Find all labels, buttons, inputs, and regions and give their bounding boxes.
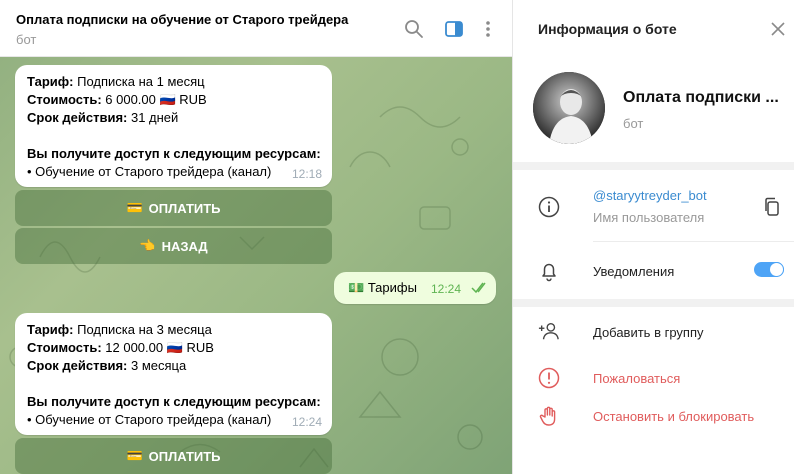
pay-button-label: ОПЛАТИТЬ bbox=[148, 448, 221, 464]
bot-name: Оплата подписки ... bbox=[623, 89, 779, 106]
chat-subtitle: бот bbox=[16, 32, 37, 47]
search-icon[interactable] bbox=[403, 18, 425, 40]
notifications-label: Уведомления bbox=[593, 264, 675, 279]
chat-messages[interactable]: Тариф: Подписка на 1 месяц Стоимость: 6 … bbox=[0, 57, 512, 474]
report-button[interactable]: Пожаловаться bbox=[593, 371, 680, 386]
avatar[interactable] bbox=[533, 72, 605, 144]
duration-line: Срок действия: 31 дней bbox=[27, 110, 179, 125]
outgoing-text: 💵 Тарифы bbox=[348, 280, 417, 295]
tariff-line: Тариф: Подписка на 1 месяц bbox=[27, 74, 205, 89]
block-button[interactable]: Остановить и блокировать bbox=[593, 409, 754, 424]
back-button[interactable]: 👈 НАЗАД bbox=[15, 228, 332, 264]
cost-line: Стоимость: 12 000.00 🇷🇺 RUB bbox=[27, 340, 214, 355]
message-bubble[interactable]: Тариф: Подписка на 3 месяца Стоимость: 1… bbox=[15, 313, 332, 435]
chat-title[interactable]: Оплата подписки на обучение от Старого т… bbox=[16, 12, 348, 27]
row-divider bbox=[593, 241, 794, 242]
more-vertical-icon[interactable] bbox=[477, 18, 499, 40]
notifications-toggle[interactable] bbox=[754, 262, 784, 277]
pay-button[interactable]: 💳 ОПЛАТИТЬ bbox=[15, 190, 332, 226]
duration-line: Срок действия: 3 месяца bbox=[27, 358, 187, 373]
credit-card-icon: 💳 bbox=[126, 448, 143, 463]
username-link[interactable]: @staryytreyder_bot bbox=[593, 188, 707, 203]
back-button-label: НАЗАД bbox=[161, 238, 208, 254]
double-check-icon bbox=[471, 282, 486, 294]
close-icon[interactable] bbox=[770, 21, 786, 37]
add-user-icon[interactable] bbox=[538, 320, 560, 342]
bell-icon bbox=[538, 260, 560, 282]
outgoing-message[interactable]: 💵 Тарифы 12:24 bbox=[334, 272, 496, 304]
info-circle-icon bbox=[538, 196, 560, 218]
credit-card-icon: 💳 bbox=[126, 200, 143, 215]
resource-item: • Обучение от Старого трейдера (канал) bbox=[27, 164, 272, 179]
pay-button[interactable]: 💳 ОПЛАТИТЬ bbox=[15, 438, 332, 474]
access-heading: Вы получите доступ к следующим ресурсам: bbox=[27, 146, 321, 161]
chat-header[interactable]: Оплата подписки на обучение от Старого т… bbox=[0, 0, 512, 57]
section-separator bbox=[513, 162, 794, 170]
chat-panel: Оплата подписки на обучение от Старого т… bbox=[0, 0, 512, 474]
message-time: 12:18 bbox=[291, 167, 322, 181]
pay-button-label: ОПЛАТИТЬ bbox=[148, 200, 221, 216]
info-panel-title: Информация о боте bbox=[538, 21, 677, 37]
pointing-hand-icon: 👈 bbox=[139, 238, 156, 253]
message-time: 12:24 bbox=[291, 415, 322, 429]
cost-line: Стоимость: 6 000.00 🇷🇺 RUB bbox=[27, 92, 207, 107]
report-icon[interactable] bbox=[538, 367, 560, 389]
username-caption: Имя пользователя bbox=[593, 210, 705, 225]
section-separator bbox=[513, 299, 794, 307]
access-heading: Вы получите доступ к следующим ресурсам: bbox=[27, 394, 321, 409]
hand-stop-icon[interactable] bbox=[538, 405, 560, 427]
copy-icon[interactable] bbox=[763, 197, 781, 217]
add-to-group-button[interactable]: Добавить в группу bbox=[593, 325, 704, 340]
money-icon: 💵 bbox=[348, 280, 365, 295]
tariff-line: Тариф: Подписка на 3 месяца bbox=[27, 322, 212, 337]
toggle-knob bbox=[770, 263, 783, 276]
bot-info-panel: Информация о боте Оплата подписки ... бо… bbox=[512, 0, 794, 474]
outgoing-time: 12:24 bbox=[431, 282, 462, 296]
message-bubble[interactable]: Тариф: Подписка на 1 месяц Стоимость: 6 … bbox=[15, 65, 332, 187]
sidebar-toggle-icon[interactable] bbox=[443, 18, 465, 40]
bot-type-label: бот bbox=[623, 116, 644, 131]
resource-item: • Обучение от Старого трейдера (канал) bbox=[27, 412, 272, 427]
